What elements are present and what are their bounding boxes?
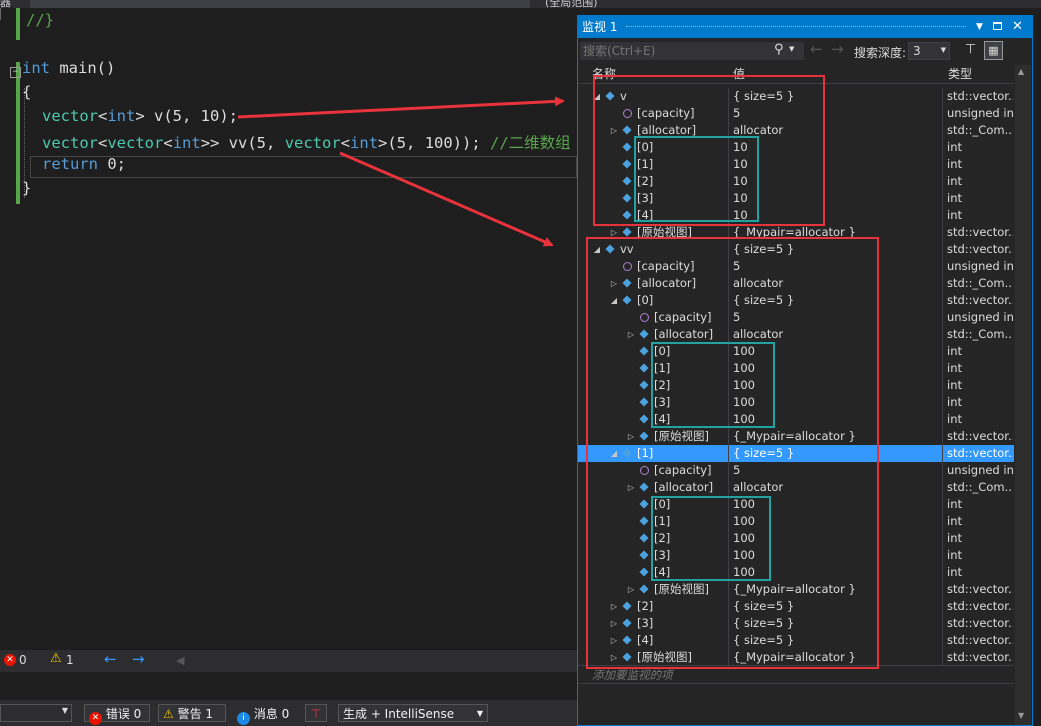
annotation-arrows: [237, 96, 565, 247]
arrow-to-vv: [339, 151, 554, 247]
arrow-to-v: [237, 96, 565, 119]
